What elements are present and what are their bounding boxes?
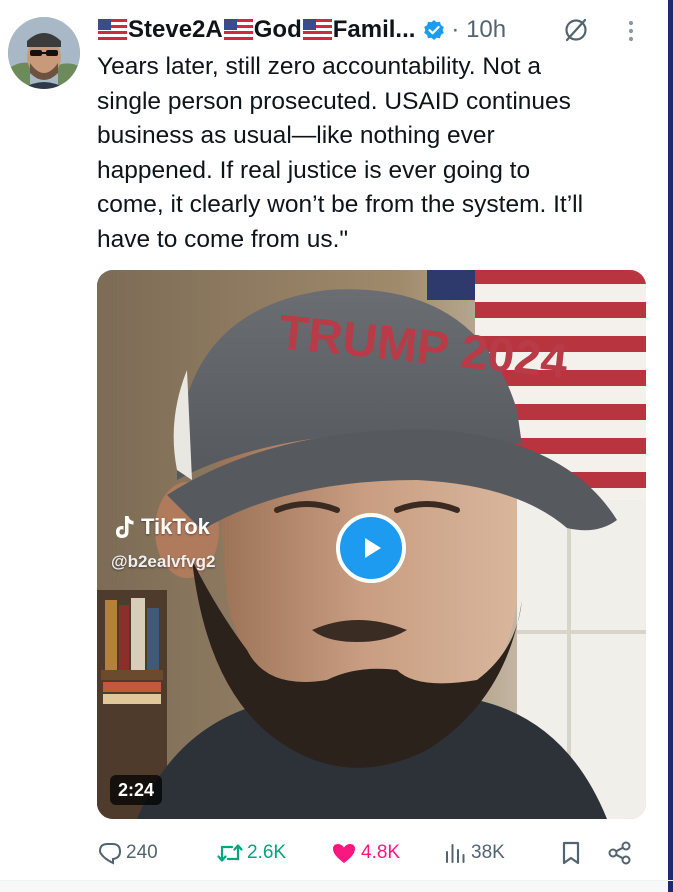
reply-count: 240 — [126, 842, 158, 863]
post-timestamp[interactable]: · 10h — [451, 16, 506, 44]
tiktok-handle: @b2ealvfvg2 — [111, 552, 216, 571]
author-name-part-1: Steve2A — [128, 16, 223, 43]
video-duration: 2:24 — [110, 775, 163, 805]
tiktok-brand: TikTok — [141, 514, 210, 539]
tiktok-note-icon — [116, 516, 134, 538]
share-icon — [608, 841, 631, 865]
views-button[interactable]: 38K — [442, 836, 505, 870]
author-name-part-3: Famil... — [332, 16, 416, 43]
repost-button[interactable]: 2.6K — [216, 836, 286, 870]
like-count: 4.8K — [361, 842, 401, 863]
like-button[interactable]: 4.8K — [330, 836, 400, 870]
us-flag-icon — [98, 19, 127, 41]
us-flag-icon — [223, 19, 253, 41]
author-name-part-2: God — [253, 16, 302, 43]
post-screen: Steve2A God Famil... · 10h Years later, … — [0, 0, 673, 892]
repost-arrows-icon — [217, 844, 243, 862]
verified-badge-icon — [424, 20, 445, 40]
share-button[interactable] — [607, 836, 636, 870]
post-text: Years later, still zero accountability. … — [97, 53, 584, 253]
video-player[interactable]: TRUMP 2024 TikTok @b2ealvfvg2 2:24 — [97, 270, 646, 819]
heart-filled-icon — [333, 844, 355, 863]
bookmark-button[interactable] — [559, 836, 586, 870]
repost-count: 2.6K — [247, 842, 287, 863]
next-post-edge — [0, 881, 668, 892]
tiktok-watermark: TikTok — [113, 514, 210, 540]
screen-edge — [668, 0, 673, 892]
speech-bubble-icon — [98, 843, 122, 865]
action-bar: 240 2.6K 4.8K 38K — [97, 836, 646, 870]
bar-chart-icon — [446, 844, 465, 863]
play-button[interactable] — [336, 513, 406, 583]
reply-button[interactable]: 240 — [97, 836, 158, 870]
vertical-ellipsis-icon[interactable] — [626, 18, 636, 44]
play-icon — [365, 538, 381, 558]
grok-slash-circle-icon[interactable] — [563, 17, 589, 43]
author-display-name[interactable]: Steve2A God Famil... — [97, 16, 415, 44]
avatar[interactable] — [8, 17, 80, 89]
us-flag-icon — [302, 19, 332, 41]
views-count: 38K — [471, 842, 505, 863]
post-header: Steve2A God Famil... · 10h — [97, 12, 506, 48]
bookmark-icon — [562, 841, 580, 865]
